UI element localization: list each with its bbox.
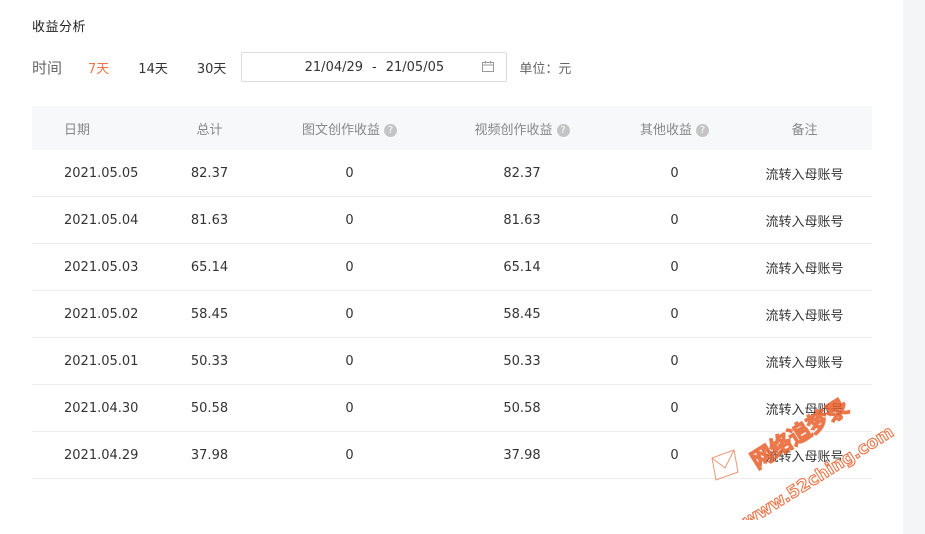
help-icon[interactable]: ? [556, 123, 570, 137]
column-header-total: 总计 [196, 122, 223, 138]
column-header-article-revenue: 图文创作收益? [267, 119, 432, 138]
date-start: 21/04/29 [304, 59, 364, 75]
table-row: 2021.05.02 58.45 0 58.45 0 流转入母账号 [32, 291, 872, 338]
cell-other-revenue: 0 [670, 212, 679, 228]
range-30-days-button[interactable]: 30天 [197, 58, 227, 77]
cell-other-revenue: 0 [670, 165, 679, 181]
table-row: 2021.04.29 37.98 0 37.98 0 流转入母账号 [32, 432, 872, 479]
cell-video-revenue: 50.33 [503, 353, 541, 369]
date-range-picker[interactable]: 21/04/29 - 21/05/05 [241, 52, 508, 82]
cell-total: 82.37 [190, 165, 229, 181]
cell-other-revenue: 0 [670, 306, 679, 322]
time-label: 时间 [32, 58, 63, 77]
table-row: 2021.05.04 81.63 0 81.63 0 流转入母账号 [32, 197, 872, 244]
cell-remark: 流转入母账号 [765, 261, 844, 277]
table-row: 2021.04.30 50.58 0 50.58 0 流转入母账号 [32, 385, 872, 432]
help-icon[interactable]: ? [696, 123, 709, 137]
cell-article-revenue: 0 [345, 447, 354, 463]
cell-article-revenue: 0 [345, 353, 354, 369]
cell-total: 81.63 [190, 212, 229, 228]
cell-article-revenue: 0 [345, 259, 354, 275]
cell-date: 2021.05.04 [64, 212, 139, 228]
date-end: 21/05/05 [385, 59, 445, 75]
cell-remark: 流转入母账号 [765, 449, 844, 465]
table-header: 日期 总计 图文创作收益? 视频创作收益? 其他收益? 备注 [32, 106, 872, 150]
unit-label: 单位：元 [519, 61, 572, 77]
cell-total: 65.14 [190, 259, 229, 275]
cell-remark: 流转入母账号 [765, 167, 844, 183]
filter-bar: 时间 7天 14天 30天 21/04/29 - 21/05/05 单位：元 [32, 51, 571, 83]
cell-total: 50.33 [190, 353, 229, 369]
cell-total: 37.98 [190, 447, 229, 463]
range-7-days-button[interactable]: 7天 [88, 58, 109, 77]
cell-video-revenue: 58.45 [503, 306, 541, 322]
cell-other-revenue: 0 [670, 447, 679, 463]
page-title: 收益分析 [32, 20, 87, 35]
cell-other-revenue: 0 [670, 353, 679, 369]
cell-total: 58.45 [190, 306, 229, 322]
cell-date: 2021.05.05 [64, 165, 139, 181]
cell-article-revenue: 0 [345, 400, 354, 416]
cell-remark: 流转入母账号 [765, 308, 844, 324]
range-14-days-button[interactable]: 14天 [138, 58, 168, 77]
cell-article-revenue: 0 [345, 165, 354, 181]
cell-video-revenue: 50.58 [503, 400, 541, 416]
cell-total: 50.58 [190, 400, 229, 416]
column-header-remark: 备注 [791, 122, 818, 138]
cell-other-revenue: 0 [670, 259, 679, 275]
cell-video-revenue: 37.98 [503, 447, 541, 463]
revenue-table: 日期 总计 图文创作收益? 视频创作收益? 其他收益? 备注 2021.05.0… [32, 106, 872, 479]
cell-video-revenue: 81.63 [503, 212, 541, 228]
column-header-video-revenue: 视频创作收益? [432, 119, 612, 138]
cell-article-revenue: 0 [345, 306, 354, 322]
column-header-date: 日期 [64, 122, 91, 138]
cell-remark: 流转入母账号 [765, 402, 844, 418]
cell-date: 2021.05.01 [64, 353, 139, 369]
cell-article-revenue: 0 [345, 212, 354, 228]
cell-date: 2021.05.03 [64, 259, 139, 275]
cell-other-revenue: 0 [670, 400, 679, 416]
cell-date: 2021.04.29 [64, 447, 139, 463]
cell-video-revenue: 82.37 [503, 165, 541, 181]
cell-video-revenue: 65.14 [503, 259, 541, 275]
date-separator: - [372, 59, 377, 75]
table-row: 2021.05.05 82.37 0 82.37 0 流转入母账号 [32, 150, 872, 197]
table-row: 2021.05.03 65.14 0 65.14 0 流转入母账号 [32, 244, 872, 291]
help-icon[interactable]: ? [384, 123, 397, 137]
cell-remark: 流转入母账号 [765, 214, 844, 230]
calendar-icon [482, 61, 495, 72]
cell-remark: 流转入母账号 [765, 355, 844, 371]
column-header-other-revenue: 其他收益? [612, 119, 737, 138]
table-row: 2021.05.01 50.33 0 50.33 0 流转入母账号 [32, 338, 872, 385]
cell-date: 2021.05.02 [64, 306, 139, 322]
cell-date: 2021.04.30 [64, 400, 139, 416]
scrollbar-rail[interactable] [903, 0, 925, 534]
